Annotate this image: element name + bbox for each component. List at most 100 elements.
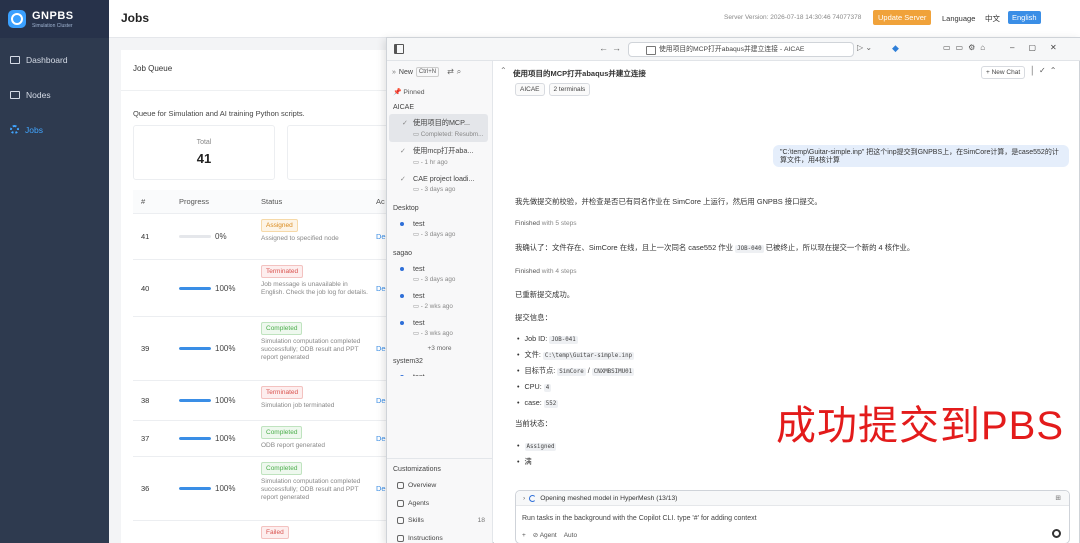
app-logo[interactable]: GNPBS Simulation Cluster bbox=[0, 0, 109, 38]
language-label: Language bbox=[942, 14, 976, 23]
table-row[interactable]: 37 100% Completed ODB report generated De bbox=[133, 421, 421, 457]
add-context-icon[interactable]: + bbox=[522, 532, 526, 539]
user-message: "C:\temp\Guitar-simple.inp" 把这个inp提交到GNP… bbox=[773, 145, 1069, 167]
lang-zh-button[interactable]: 中文 bbox=[982, 11, 1003, 26]
window-controls[interactable]: –▢✕ bbox=[1010, 43, 1071, 52]
session-item[interactable]: test ▭ - 3 wks ago bbox=[387, 314, 492, 341]
chat-header-icons[interactable]: │✓⌃ bbox=[1030, 66, 1060, 75]
vscode-icon[interactable]: ◆ bbox=[892, 43, 899, 54]
job-progress bbox=[179, 521, 261, 543]
model-picker[interactable]: Auto bbox=[564, 532, 577, 539]
app-header: Jobs Server Version: 2026-07-18 14:30:46… bbox=[109, 0, 1080, 38]
table-row[interactable]: 41 0% Assigned Assigned to specified node De bbox=[133, 214, 421, 260]
sidebar-item-label: Dashboard bbox=[26, 54, 68, 65]
column-header[interactable]: Status bbox=[261, 197, 376, 206]
pinned-section[interactable]: 📌 Pinned bbox=[387, 83, 492, 96]
job-status: Terminated Simulation job terminated bbox=[261, 381, 376, 420]
session-item[interactable]: ✓ CAE project loadi... ▭ - 3 days ago bbox=[387, 170, 492, 197]
show-more-link[interactable]: +3 more bbox=[387, 341, 492, 356]
info-item: CPU: 4 bbox=[517, 382, 552, 392]
detail-link[interactable]: De bbox=[376, 484, 386, 493]
session-subtitle: ▭ - 3 days ago bbox=[413, 231, 456, 238]
lang-en-button[interactable]: English bbox=[1008, 11, 1041, 24]
table-row[interactable]: 40 100% Terminated Job message is unavailab… bbox=[133, 260, 421, 317]
table-row[interactable]: Failed bbox=[133, 521, 421, 543]
status-message: Simulation computation completed success… bbox=[261, 478, 361, 502]
job-progress: 0% bbox=[179, 214, 261, 259]
table-row[interactable]: 38 100% Terminated Simulation job terminate… bbox=[133, 381, 421, 421]
chip-terminals[interactable]: 2 terminals bbox=[548, 83, 591, 96]
session-item[interactable]: test bbox=[387, 368, 492, 376]
nav-arrows-icon[interactable]: ←→ bbox=[599, 43, 625, 53]
sidebar-item-dashboard[interactable]: Dashboard bbox=[0, 42, 109, 77]
customizations-section: Customizations Overview Agents Skills 18 Ins… bbox=[387, 458, 493, 543]
new-shortcut: Ctrl+N bbox=[415, 67, 440, 77]
update-server-button[interactable]: Update Server bbox=[873, 10, 932, 25]
session-group-header[interactable]: sagao bbox=[387, 242, 492, 260]
chat-input-placeholder[interactable]: Run tasks in the background with the Cop… bbox=[516, 506, 1069, 522]
info-item: 满 bbox=[517, 457, 532, 467]
chat-input-box[interactable]: › Opening meshed model in HyperMesh (13/… bbox=[515, 490, 1070, 543]
command-center[interactable]: 使用项目的MCP打开abaqus并建立连接 - AICAE bbox=[628, 42, 854, 57]
detail-link[interactable]: De bbox=[376, 284, 386, 293]
session-group-header[interactable]: AICAE bbox=[387, 96, 492, 114]
table-row[interactable]: 39 100% Completed Simulation computation co… bbox=[133, 317, 421, 381]
progress-bar bbox=[179, 286, 211, 290]
session-title: test bbox=[413, 264, 425, 273]
detail-link[interactable]: De bbox=[376, 396, 386, 405]
chip-workspace[interactable]: AICAE bbox=[515, 83, 545, 96]
chevron-icon[interactable]: ⌃ bbox=[500, 66, 507, 75]
sidebar-item-nodes[interactable]: Nodes bbox=[0, 77, 109, 112]
session-item[interactable]: test ▭ - 2 wks ago bbox=[387, 287, 492, 314]
sidebar-item-jobs[interactable]: Jobs bbox=[0, 112, 109, 147]
finished-steps[interactable]: Finished with 4 steps bbox=[515, 268, 577, 275]
agent-mode-picker[interactable]: ⊘ Agent bbox=[533, 531, 557, 539]
finished-steps[interactable]: Finished with 5 steps bbox=[515, 220, 577, 227]
column-header[interactable]: Progress bbox=[179, 197, 261, 206]
collapse-icon[interactable]: » bbox=[392, 69, 396, 76]
detail-link[interactable]: De bbox=[376, 232, 386, 241]
new-session-button[interactable]: New bbox=[399, 69, 413, 76]
new-chat-button[interactable]: + New Chat bbox=[981, 66, 1026, 79]
task-action-icon[interactable]: ⊞ bbox=[1055, 494, 1061, 502]
session-group-header[interactable]: system32 bbox=[387, 356, 492, 368]
jobs-table: # Progress Status Ac 41 0% Assigned Assigne… bbox=[133, 190, 421, 543]
session-title: test bbox=[413, 372, 488, 376]
table-row[interactable]: 36 100% Completed Simulation computation co… bbox=[133, 457, 421, 521]
status-badge: Failed bbox=[261, 526, 289, 539]
send-icon[interactable] bbox=[1052, 529, 1061, 538]
run-icon[interactable]: ▷ ⌄ bbox=[857, 43, 872, 52]
layout-icons[interactable]: ▭▭⚙⌂ bbox=[943, 43, 990, 52]
session-group-header[interactable]: Desktop bbox=[387, 197, 492, 215]
task-progress-bar[interactable]: › Opening meshed model in HyperMesh (13/… bbox=[516, 491, 1069, 506]
session-item[interactable]: ✓ 使用mcp打开aba... ▭ - 1 hr ago bbox=[387, 142, 492, 170]
job-progress: 100% bbox=[179, 457, 261, 520]
customization-item[interactable]: Agents bbox=[387, 495, 493, 513]
progress-text: 100% bbox=[215, 344, 236, 353]
card-title: Job Queue bbox=[133, 64, 173, 73]
session-item[interactable]: test ▭ - 3 days ago bbox=[387, 215, 492, 242]
session-item[interactable]: test ▭ - 3 days ago bbox=[387, 260, 492, 287]
chevron-right-icon[interactable]: › bbox=[523, 495, 525, 502]
sidebar-item-label: Jobs bbox=[25, 124, 43, 135]
customization-item[interactable]: Overview bbox=[387, 477, 493, 495]
filter-search-icons[interactable]: ⇄⌕ bbox=[447, 67, 464, 77]
column-header[interactable]: # bbox=[133, 197, 179, 206]
session-subtitle: ▭ - 3 wks ago bbox=[413, 330, 453, 337]
progress-text: 0% bbox=[215, 232, 227, 241]
customization-item[interactable]: Instructions bbox=[387, 530, 493, 543]
session-item[interactable]: ✓ 使用项目的MCP... ▭ Completed: Resubm... bbox=[389, 114, 488, 142]
progress-text: 100% bbox=[215, 283, 236, 293]
customization-item[interactable]: Skills 18 bbox=[387, 512, 493, 530]
detail-link[interactable]: De bbox=[376, 344, 386, 353]
detail-link[interactable]: De bbox=[376, 434, 386, 443]
status-message: Simulation job terminated bbox=[261, 402, 335, 409]
toggle-sidebar-icon[interactable] bbox=[394, 44, 404, 54]
task-progress-text: Opening meshed model in HyperMesh (13/13… bbox=[540, 494, 678, 502]
status-badge: Completed bbox=[261, 462, 303, 475]
progress-bar bbox=[179, 399, 211, 402]
progress-bar bbox=[179, 437, 211, 440]
job-id: 41 bbox=[141, 232, 150, 241]
stat-value: 41 bbox=[196, 151, 212, 166]
status-badge: Completed bbox=[261, 322, 303, 335]
